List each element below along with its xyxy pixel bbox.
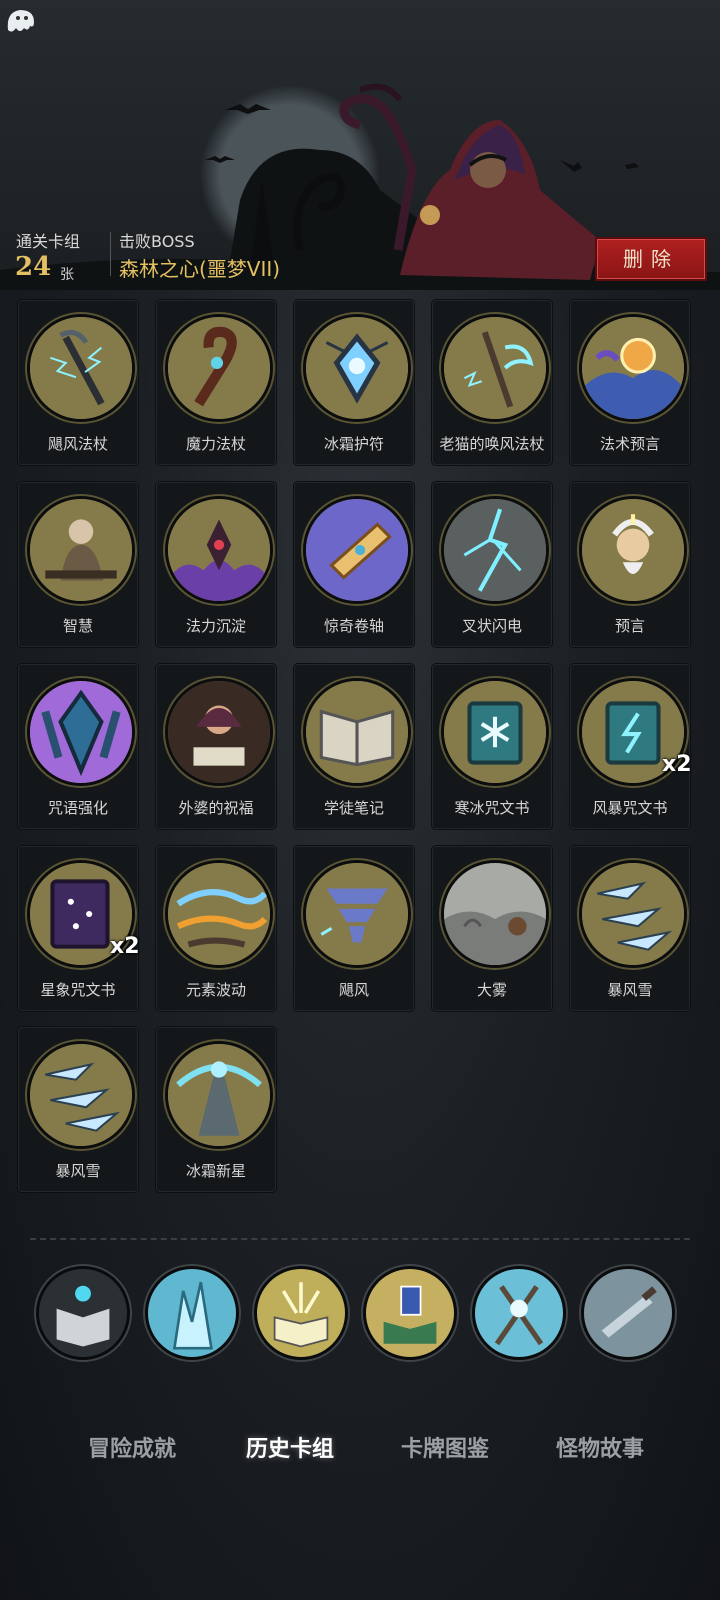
card-name: 飓风 <box>338 981 369 999</box>
spellbook-lamp-icon[interactable] <box>36 1266 130 1360</box>
card[interactable]: 暴风雪 <box>18 1027 138 1192</box>
card-name: 冰霜护符 <box>323 435 384 453</box>
card[interactable]: 法术预言 <box>570 300 690 465</box>
card-name: 外婆的祝福 <box>178 799 254 817</box>
fog-icon <box>441 860 549 968</box>
card-name: 星象咒文书 <box>40 981 116 999</box>
blizzard-icon <box>27 1041 135 1149</box>
forked-lightning-icon <box>441 496 549 604</box>
wind-staff-icon <box>441 314 549 422</box>
card-name: 冰霜新星 <box>185 1162 246 1180</box>
card[interactable]: 法力沉淀 <box>156 482 276 647</box>
card[interactable]: 大雾 <box>432 846 552 1011</box>
card-name: 咒语强化 <box>47 799 108 817</box>
card[interactable]: 魔力法杖 <box>156 300 276 465</box>
card-name: 寒冰咒文书 <box>454 799 530 817</box>
element-wave-icon <box>165 860 273 968</box>
card[interactable]: 飓风 <box>294 846 414 1011</box>
deck-unit: 张 <box>60 267 74 283</box>
staff-lightning-icon <box>27 314 135 422</box>
old-sage-icon <box>27 496 135 604</box>
dagger-icon[interactable] <box>581 1266 675 1360</box>
card-name: 暴风雪 <box>55 1162 101 1180</box>
card-name: 智慧 <box>62 617 93 635</box>
card-count-badge: x2 <box>110 934 140 959</box>
tab[interactable]: 怪物故事 <box>530 1430 670 1470</box>
card[interactable]: 叉状闪电 <box>432 482 552 647</box>
mana-eye-icon <box>165 496 273 604</box>
card-name: 法力沉淀 <box>185 617 246 635</box>
blizzard-icon <box>579 860 687 968</box>
deck-count: 24 <box>15 252 52 282</box>
deck-label: 通关卡组 <box>16 232 81 251</box>
prophet-icon <box>579 496 687 604</box>
card-name: 飓风法杖 <box>47 435 108 453</box>
frost-nova-icon <box>165 1041 273 1149</box>
card-name: 暴风雪 <box>607 981 653 999</box>
section-divider <box>30 1238 690 1240</box>
card[interactable]: 老猫的唤风法杖 <box>432 300 552 465</box>
ice-tome-icon <box>441 678 549 786</box>
card[interactable]: 惊奇卷轴 <box>294 482 414 647</box>
frost-amulet-icon <box>303 314 411 422</box>
ghost-icon[interactable] <box>0 0 40 40</box>
card[interactable]: 学徒笔记 <box>294 664 414 829</box>
card[interactable]: 智慧 <box>18 482 138 647</box>
card-name: 元素波动 <box>185 981 246 999</box>
card-name: 惊奇卷轴 <box>323 617 384 635</box>
card-name: 法术预言 <box>599 435 660 453</box>
glowing-book-icon[interactable] <box>254 1266 348 1360</box>
boss-name: 森林之心(噩梦VII) <box>119 257 281 281</box>
card-name: 风暴咒文书 <box>592 799 668 817</box>
ice-crystal-icon[interactable] <box>145 1266 239 1360</box>
card[interactable]: 星象咒文书 x2 <box>18 846 140 1011</box>
rune-crystal-icon <box>27 678 135 786</box>
card-name: 预言 <box>614 617 645 635</box>
card[interactable]: 寒冰咒文书 <box>432 664 552 829</box>
tab[interactable]: 历史卡组 <box>220 1430 360 1470</box>
card[interactable]: 暴风雪 <box>570 846 690 1011</box>
open-book-icon <box>303 678 411 786</box>
header-divider <box>110 232 111 276</box>
scroll-icon <box>303 496 411 604</box>
card-book-icon[interactable] <box>363 1266 457 1360</box>
card-count-badge: x2 <box>662 752 692 777</box>
tab[interactable]: 冒险成就 <box>62 1430 202 1470</box>
card-name: 大雾 <box>476 981 507 999</box>
tornado-icon <box>303 860 411 968</box>
card-name: 叉状闪电 <box>461 617 522 635</box>
card-name: 学徒笔记 <box>323 799 384 817</box>
card[interactable]: 元素波动 <box>156 846 276 1011</box>
card[interactable]: 预言 <box>570 482 690 647</box>
delete-button[interactable]: 删除 <box>595 237 707 281</box>
card[interactable]: 冰霜护符 <box>294 300 414 465</box>
card[interactable]: 咒语强化 <box>18 664 138 829</box>
card[interactable]: 外婆的祝福 <box>156 664 276 829</box>
wooden-staff-icon <box>165 314 273 422</box>
crystal-ball-icon <box>579 314 687 422</box>
crossed-staves-icon[interactable] <box>472 1266 566 1360</box>
grandma-icon <box>165 678 273 786</box>
card[interactable]: 飓风法杖 <box>18 300 138 465</box>
boss-label: 击败BOSS <box>119 232 195 251</box>
card-name: 魔力法杖 <box>185 435 246 453</box>
card[interactable]: 冰霜新星 <box>156 1027 276 1192</box>
card[interactable]: 风暴咒文书 x2 <box>570 664 692 829</box>
card-name: 老猫的唤风法杖 <box>439 435 545 453</box>
tab[interactable]: 卡牌图鉴 <box>375 1430 515 1470</box>
